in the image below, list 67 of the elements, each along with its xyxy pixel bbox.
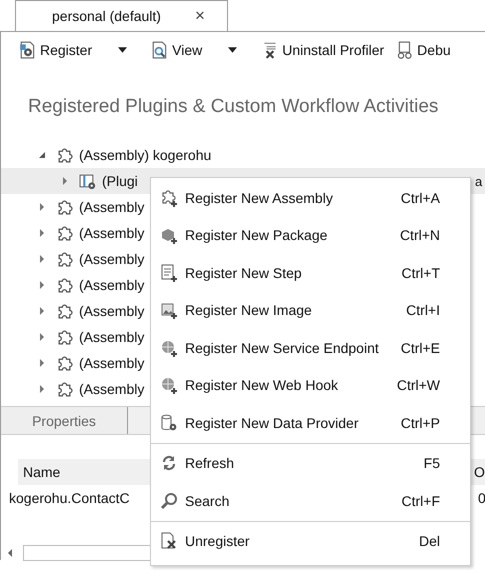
puzzle-icon (56, 354, 73, 372)
puzzle-icon (56, 276, 73, 294)
expand-arrow-icon[interactable] (38, 333, 46, 341)
image-plus-icon (160, 301, 178, 320)
uninstall-button[interactable]: Uninstall Profiler (259, 39, 386, 61)
caret-icon[interactable] (118, 47, 128, 53)
expand-arrow-icon[interactable] (38, 385, 46, 393)
menu-item[interactable]: Register New Web Hook Ctrl+W (151, 366, 470, 404)
close-button[interactable]: × (194, 6, 205, 26)
tree-item-label[interactable]: (Assembly (79, 381, 144, 397)
register-button[interactable]: Register (17, 39, 94, 61)
menu-item[interactable]: Register New Data Provider Ctrl+P (151, 404, 470, 442)
tree-item-label[interactable]: (Assembly (79, 303, 144, 319)
column-header[interactable]: Name (18, 464, 60, 480)
expand-arrow-icon[interactable] (38, 203, 46, 211)
menu-item[interactable]: Register New Step Ctrl+T (151, 254, 470, 292)
search-icon (160, 492, 178, 510)
document-tab[interactable]: personal (default) × (15, 0, 228, 31)
expand-arrow-icon[interactable] (38, 307, 46, 315)
expand-arrow-icon[interactable] (38, 281, 46, 289)
document-cross-icon (160, 532, 178, 550)
globe-plus-icon (160, 376, 178, 394)
box-plus-icon (160, 226, 178, 244)
view-button[interactable]: View (149, 39, 204, 61)
caret-icon[interactable] (228, 47, 238, 53)
scroll-left-icon[interactable] (7, 549, 13, 557)
panel-gear-icon (79, 172, 96, 190)
puzzle-icon (56, 328, 73, 346)
database-gear-icon (160, 414, 178, 432)
glasses-icon (396, 41, 414, 59)
tree-item-label[interactable]: (Assembly (79, 277, 144, 293)
menu-item[interactable]: Register New Image Ctrl+I (151, 292, 470, 329)
tree-item-label[interactable]: (Assembly (79, 329, 144, 345)
refresh-icon (160, 454, 178, 472)
tree-item-label[interactable]: (Assembly (79, 225, 144, 241)
puzzle-icon (56, 198, 73, 216)
expand-arrow-icon[interactable] (38, 359, 46, 367)
expand-arrow-icon[interactable] (61, 177, 69, 185)
debug-button[interactable]: Debu (394, 39, 453, 61)
document-gear-icon (19, 41, 37, 59)
puzzle-plus-icon (160, 188, 178, 207)
menu-item[interactable]: Register New Service Endpoint Ctrl+E (151, 329, 470, 366)
puzzle-icon (56, 302, 73, 320)
expand-arrow-icon[interactable] (38, 255, 46, 263)
menu-item[interactable]: Refresh F5 (151, 444, 470, 482)
column-header[interactable]: O (474, 464, 485, 480)
puzzle-icon (56, 224, 73, 242)
puzzle-icon (56, 380, 73, 398)
menu-item[interactable]: Register New Package Ctrl+N (151, 216, 470, 254)
menu-item[interactable]: Search Ctrl+F (151, 482, 470, 520)
puzzle-icon (56, 250, 73, 268)
list-plus-icon (160, 264, 178, 282)
collapse-arrow-icon[interactable] (38, 151, 46, 159)
globe-plus-icon (160, 338, 178, 357)
menu-item[interactable]: Register New Assembly Ctrl+A (151, 179, 470, 216)
tree-item-label[interactable]: (Assembly (79, 355, 144, 371)
section-heading: Registered Plugins & Custom Workflow Activities (0, 68, 485, 138)
tree-item-label[interactable]: (Assembly (79, 199, 144, 215)
table-cell: 0 (478, 490, 485, 506)
expand-arrow-icon[interactable] (38, 229, 46, 237)
tree-item-label[interactable]: (Assembly) kogerohu (79, 147, 212, 163)
menu-item[interactable]: Unregister Del (151, 522, 470, 560)
puzzle-icon (56, 146, 73, 164)
tree-item-label[interactable]: (Plugi (102, 173, 138, 189)
tree-item-label[interactable]: (Assembly (79, 251, 144, 267)
tree-item-label[interactable]: a (475, 174, 482, 188)
table-cell-text: kogerohu.ContactC (8, 490, 130, 506)
